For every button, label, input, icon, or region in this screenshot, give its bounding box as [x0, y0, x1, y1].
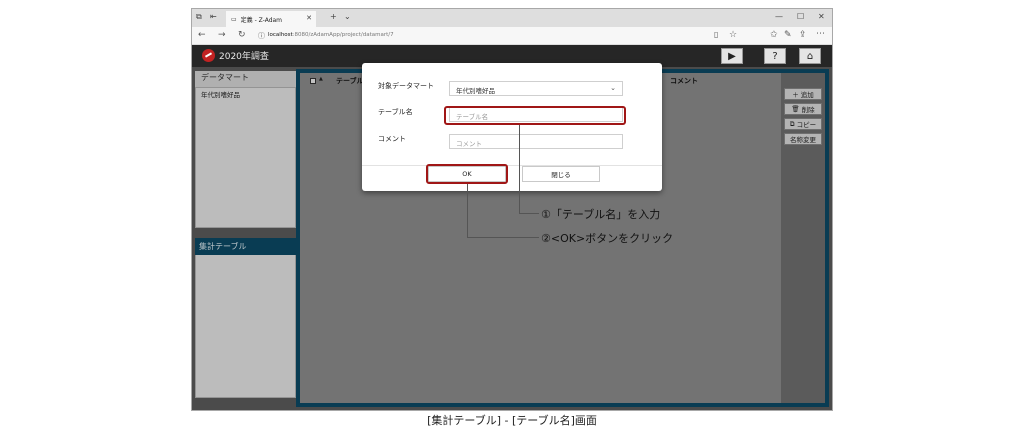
reading-view-icon[interactable]: ▯ — [714, 30, 718, 39]
minimize-icon[interactable]: — — [775, 12, 783, 21]
info-icon[interactable]: ⓘ — [258, 31, 265, 41]
help-button[interactable]: ? — [764, 48, 786, 64]
target-datamart-select[interactable]: 年代別嗜好品 ⌄ — [449, 81, 623, 96]
table-name-highlight — [444, 106, 626, 125]
callout-step-2: ②<OK>ボタンをクリック — [541, 232, 674, 245]
run-button[interactable]: ▶ — [721, 48, 743, 64]
favorite-star-icon[interactable]: ☆ — [729, 30, 737, 40]
browser-window: ⧉ ⇤ ▭ 定義 - Z-Adam ✕ + ⌄ — ☐ ✕ ← → ↻ ⓘ lo… — [191, 8, 833, 411]
url-field[interactable]: localhost:8080/zAdamApp/project/datamart… — [268, 32, 394, 38]
app-title: 2020年調査 — [219, 52, 269, 62]
callout-line-1-vertical — [519, 125, 520, 214]
new-tab-icon[interactable]: + — [330, 12, 337, 21]
share-icon[interactable]: ⇪ — [799, 30, 807, 40]
tab-title: 定義 - Z-Adam — [240, 16, 283, 24]
favorites-hub-icon[interactable]: ✩ — [770, 30, 778, 40]
tab-restore-icon[interactable]: ⇤ — [210, 12, 217, 21]
page-icon: ▭ — [231, 15, 237, 23]
target-datamart-label: 対象データマート — [378, 82, 434, 90]
close-window-icon[interactable]: ✕ — [818, 12, 825, 21]
app-logo-icon — [202, 49, 215, 62]
play-icon: ▶ — [728, 50, 736, 62]
tab-close-icon[interactable]: ✕ — [306, 14, 312, 22]
callout-step-1: ①「テーブル名」を入力 — [541, 208, 661, 221]
chevron-down-icon: ⌄ — [610, 84, 616, 92]
comment-input[interactable]: コメント — [449, 134, 623, 149]
back-icon[interactable]: ← — [198, 30, 206, 40]
create-table-dialog: 対象データマート 年代別嗜好品 ⌄ テーブル名 テーブル名 コメント コメント — [362, 63, 662, 191]
close-button[interactable]: 閉じる — [522, 166, 600, 182]
callout-line-2-vertical — [467, 184, 468, 238]
callout-line-1-horizontal — [519, 213, 539, 214]
callout-line-2-horizontal — [467, 237, 539, 238]
dialog-divider — [362, 165, 662, 166]
ok-button-highlight — [426, 164, 508, 184]
more-menu-icon[interactable]: ⋯ — [816, 29, 825, 39]
home-button[interactable]: ⌂ — [799, 48, 821, 64]
comment-label: コメント — [378, 135, 406, 143]
figure-caption: [集計テーブル] - [テーブル名]画面 — [427, 414, 597, 427]
browser-tab[interactable]: ▭ 定義 - Z-Adam ✕ — [226, 11, 316, 27]
pen-icon[interactable]: ✎ — [784, 30, 792, 40]
refresh-icon[interactable]: ↻ — [238, 30, 246, 40]
tab-set-aside-icon[interactable]: ⧉ — [196, 12, 202, 22]
maximize-icon[interactable]: ☐ — [797, 12, 804, 21]
forward-icon[interactable]: → — [218, 30, 226, 40]
home-icon: ⌂ — [806, 50, 814, 62]
help-icon: ? — [772, 50, 778, 62]
table-name-label: テーブル名 — [378, 108, 413, 116]
tab-list-chevron-icon[interactable]: ⌄ — [344, 12, 351, 21]
